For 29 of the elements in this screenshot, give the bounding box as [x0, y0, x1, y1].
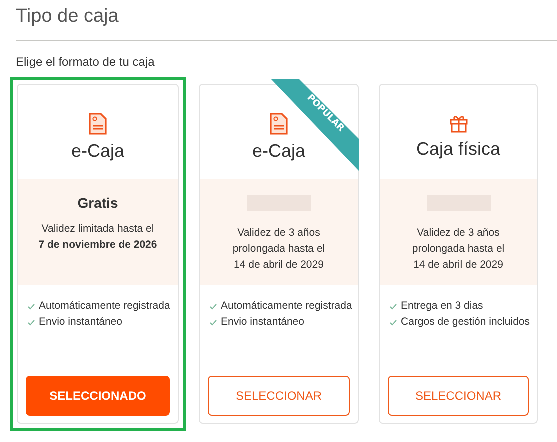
card-title: e-Caja: [252, 141, 306, 162]
document-icon: [89, 113, 107, 135]
validity-text: Validez limitada hasta el: [42, 222, 154, 237]
validity-text: Validez de 3 años prolongada hasta el: [232, 226, 326, 257]
card-title: Caja física: [416, 139, 501, 160]
check-icon: [28, 320, 35, 326]
check-icon: [390, 320, 397, 326]
option-card[interactable]: Caja física Validez de 3 años prolongada hasta el 14 de abril de 2029 Entrega en 3 dias Cargos de gestión incluidos SELECCIONAR: [379, 84, 538, 424]
section-title: Tipo de caja: [16, 6, 119, 28]
validity-text: Validez de 3 años prolongada hasta el: [411, 226, 506, 257]
check-icon: [210, 304, 217, 310]
validity-date: 7 de noviembre de 2026: [38, 238, 158, 253]
validity-date: 14 de abril de 2029: [414, 258, 504, 273]
feature-text: Cargos de gestión incluidos: [401, 315, 530, 330]
feature-text: Automáticamente registrada: [39, 299, 170, 314]
gift-icon: [448, 113, 468, 133]
check-icon: [390, 304, 397, 310]
document-icon: [270, 113, 288, 135]
check-icon: [28, 304, 35, 310]
card-title: e-Caja: [71, 141, 125, 162]
section-subtitle: Elige el formato de tu caja: [16, 55, 155, 69]
feature-text: Entrega en 3 dias: [401, 299, 484, 314]
validity-date: 14 de abril de 2029: [234, 258, 324, 273]
feature-text: Envio instantáneo: [221, 315, 304, 330]
feature-text: Envio instantáneo: [39, 315, 122, 330]
option-card[interactable]: e-Caja Gratis Validez limitada hasta el 7 de noviembre de 2026 Automáticamente registrada Envio instantáneo SELECCIONADO: [17, 84, 179, 424]
check-icon: [210, 320, 217, 326]
feature-text: Automáticamente registrada: [221, 299, 352, 314]
price-label: Gratis: [78, 195, 118, 211]
